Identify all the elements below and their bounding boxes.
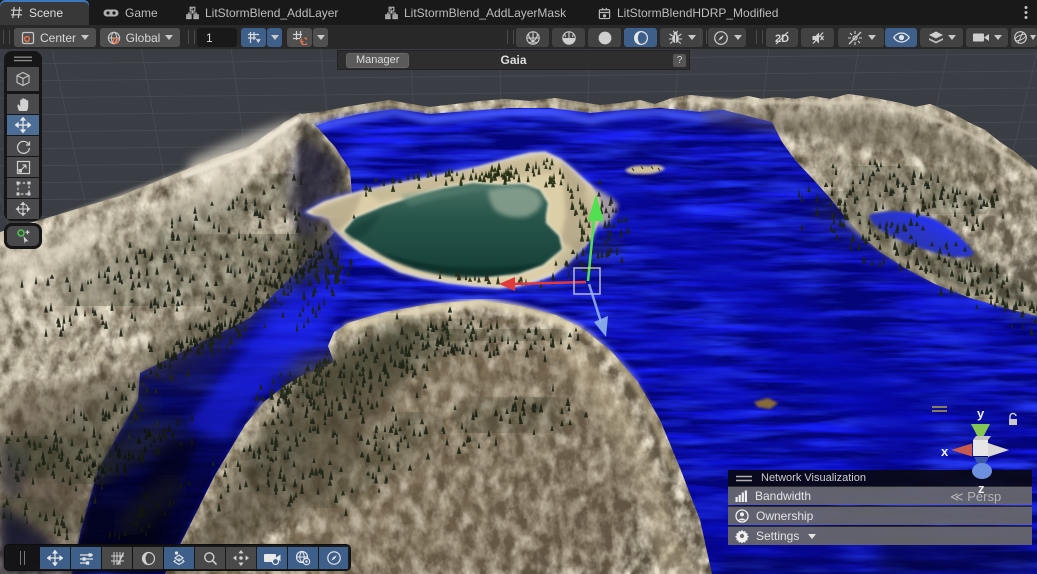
svg-text:x: x [941,444,949,459]
svg-text:z: z [978,481,985,496]
svg-text:y: y [977,406,985,421]
